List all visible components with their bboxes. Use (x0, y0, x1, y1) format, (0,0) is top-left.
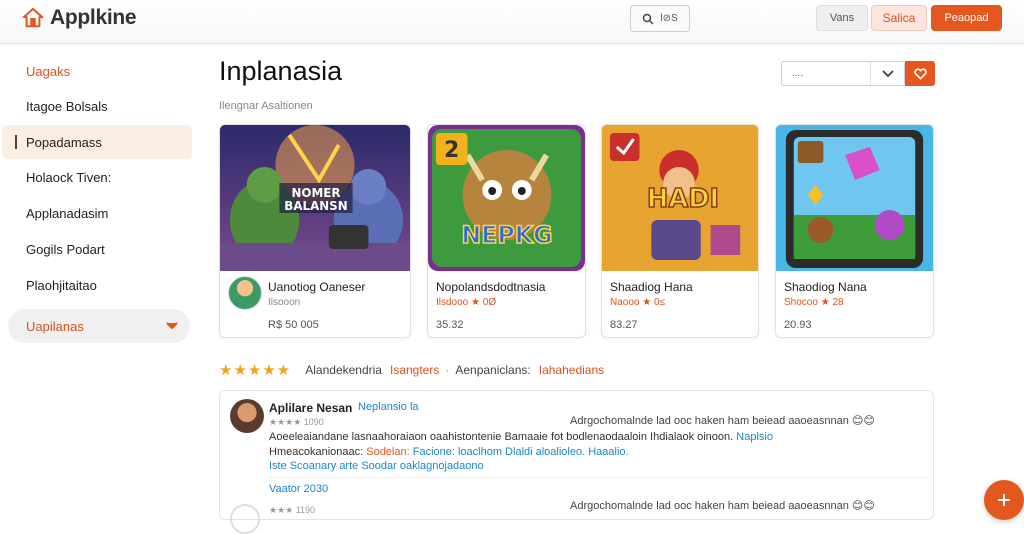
game-card[interactable]: 2 NEPKG Nopolandsdodtnasia Ilsdooo ★ 0Ø … (427, 124, 586, 338)
svg-text:NOMER: NOMER (291, 186, 340, 200)
game-price: 20.93 (784, 319, 812, 331)
game-name: Nopolandsdodtnasia (436, 280, 546, 294)
game-meta: Shocoo ★ 28 (784, 297, 844, 308)
search-icon (643, 13, 654, 25)
svg-text:2: 2 (444, 138, 459, 163)
plus-icon (998, 494, 1010, 506)
review-text-line: Aoeeleaiandane lasnaahoraiaon oaahistont… (269, 431, 773, 443)
floating-action-button[interactable] (984, 480, 1024, 520)
house-logo-icon (22, 7, 44, 28)
review-stars: ★★★★ 1090 (269, 417, 324, 427)
chevron-down-icon (166, 322, 178, 329)
primary-action-button[interactable]: Peaopad (931, 5, 1002, 31)
reply-stars: ★★★ 1190 (269, 505, 316, 515)
app-logo[interactable]: Applkine (22, 6, 137, 30)
sidebar: Uagaks Itagoe Bolsals Popadamass Holaock… (0, 44, 200, 512)
sales-button[interactable]: Salica (871, 5, 927, 31)
sidebar-item-6[interactable]: Plaohjitaitao (8, 268, 190, 302)
sidebar-item-3[interactable]: Holaock Tiven: (8, 160, 190, 194)
developer-avatar (228, 276, 262, 310)
sidebar-dropdown-label: Uapilanas (26, 318, 84, 334)
review-text-line: Hmeacokanionaac: Sodelan: Facione: loacl… (269, 446, 629, 458)
search-button-label: l⊘S (660, 13, 678, 24)
rating-filter-tag-secondary[interactable]: Iahahedians (539, 363, 604, 377)
top-bar: Applkine l⊘S Vans Salica Peaopad (0, 0, 1024, 44)
sidebar-dropdown[interactable]: Uapilanas (8, 309, 190, 343)
game-card[interactable]: Shaodiog Nana Shocoo ★ 28 20.93 (775, 124, 934, 338)
heart-icon (913, 67, 927, 79)
reply-tag[interactable]: Vaator 2030 (269, 483, 328, 495)
game-name: Shaadiog Hana (610, 280, 693, 294)
sidebar-item-5[interactable]: Gogils Podart (8, 232, 190, 266)
game-thumbnail (776, 125, 933, 271)
sort-select-value: .... (792, 68, 804, 79)
svg-text:HADI: HADI (647, 184, 719, 214)
rating-stars: ★★★★★ (219, 362, 292, 379)
svg-text:NEPKG: NEPKG (461, 221, 552, 249)
game-card[interactable]: NOMER BALANSN Uanotiog Oaneser Ilsooon R… (219, 124, 411, 338)
ratings-summary: ★★★★★ Alandekendria Isangters · Aenpanic… (219, 362, 604, 379)
rating-label: Alandekendria (305, 363, 382, 377)
review-summary: Adrgochomalnde lad ooc haken ham beiead … (570, 415, 875, 427)
game-name: Uanotiog Oaneser (268, 280, 366, 294)
game-meta: Ilsdooo ★ 0Ø (436, 297, 497, 308)
game-thumbnail: NOMER BALANSN (220, 125, 410, 271)
game-thumbnail: HADI (602, 125, 758, 271)
favorite-button[interactable] (905, 61, 935, 86)
game-meta: Naooo ★ 0≤ (610, 297, 666, 308)
sort-select[interactable]: .... (781, 61, 905, 86)
views-button[interactable]: Vans (816, 5, 868, 31)
sidebar-item-1[interactable]: Itagoe Bolsals (8, 89, 190, 123)
game-name: Shaodiog Nana (784, 280, 867, 294)
game-meta: Ilsooon (268, 297, 301, 308)
reviewer-avatar (230, 399, 264, 433)
svg-text:BALANSN: BALANSN (284, 199, 347, 213)
page-subtitle: Ilengnar Asaltionen (219, 100, 313, 112)
divider (268, 477, 928, 478)
game-card[interactable]: HADI Shaadiog Hana Naooo ★ 0≤ 83.27 (601, 124, 759, 338)
rating-filter-tag[interactable]: Isangters (390, 363, 439, 377)
game-price: 83.27 (610, 319, 638, 331)
reviewer-name[interactable]: Aplilare Nesan (269, 401, 352, 415)
chevron-down-icon (870, 62, 904, 85)
separator: · (445, 363, 450, 377)
game-price: R$ 50 005 (268, 319, 319, 331)
app-name: Applkine (50, 6, 137, 29)
sidebar-item-2-active[interactable]: Popadamass (2, 125, 192, 159)
rating-label-secondary: Aenpaniclans: (455, 363, 531, 377)
reviewer-tag[interactable]: Neplansio la (358, 401, 419, 413)
sidebar-item-0[interactable]: Uagaks (8, 54, 190, 88)
review-panel: Aplilare Nesan Neplansio la ★★★★ 1090 Ad… (219, 390, 934, 534)
game-thumbnail: 2 NEPKG (428, 125, 585, 271)
page-title: Inplanasia (219, 56, 343, 86)
search-button[interactable]: l⊘S (630, 5, 690, 32)
reply-avatar (230, 504, 260, 534)
review-text-line[interactable]: Iste Scoanary arte Soodar oaklagnojadaon… (269, 460, 484, 472)
reply-summary: Adrgochomalnde lad ooc haken ham beiead … (570, 500, 875, 512)
game-price: 35.32 (436, 319, 464, 331)
sidebar-item-4[interactable]: Applanadasim (8, 196, 190, 230)
